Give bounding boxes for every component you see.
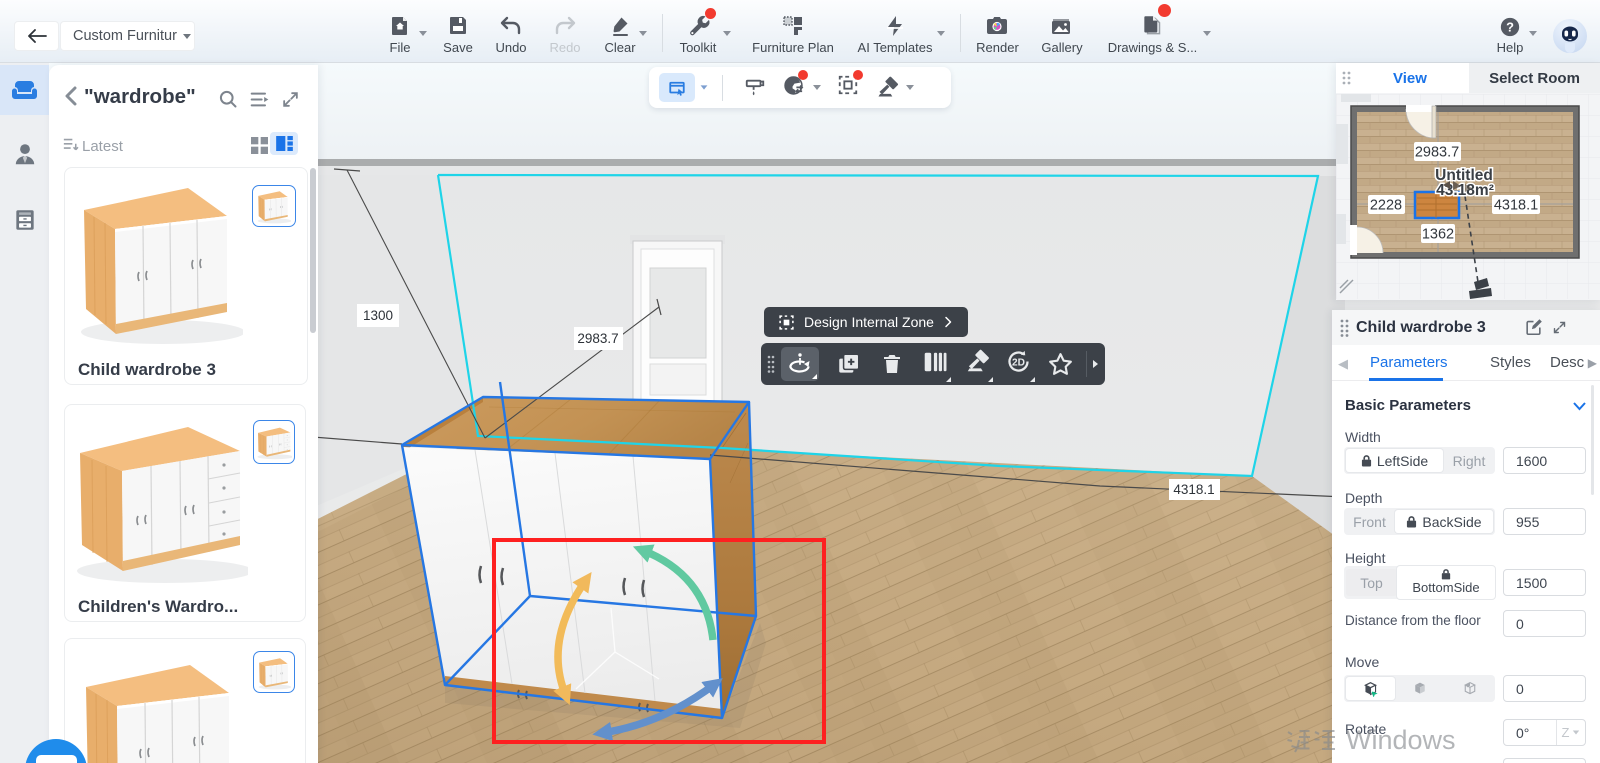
svg-text:1300: 1300 — [363, 308, 393, 323]
svg-text:2983.7: 2983.7 — [1415, 145, 1459, 161]
svg-text:4318.1: 4318.1 — [1173, 482, 1214, 497]
svg-text:?: ? — [1506, 20, 1514, 35]
svg-text:2D: 2D — [1012, 357, 1025, 368]
svg-text:4318.1: 4318.1 — [1494, 198, 1538, 214]
svg-text:2983.7: 2983.7 — [577, 331, 618, 346]
svg-text:1362: 1362 — [1422, 227, 1454, 243]
svg-text:2228: 2228 — [1370, 198, 1402, 214]
